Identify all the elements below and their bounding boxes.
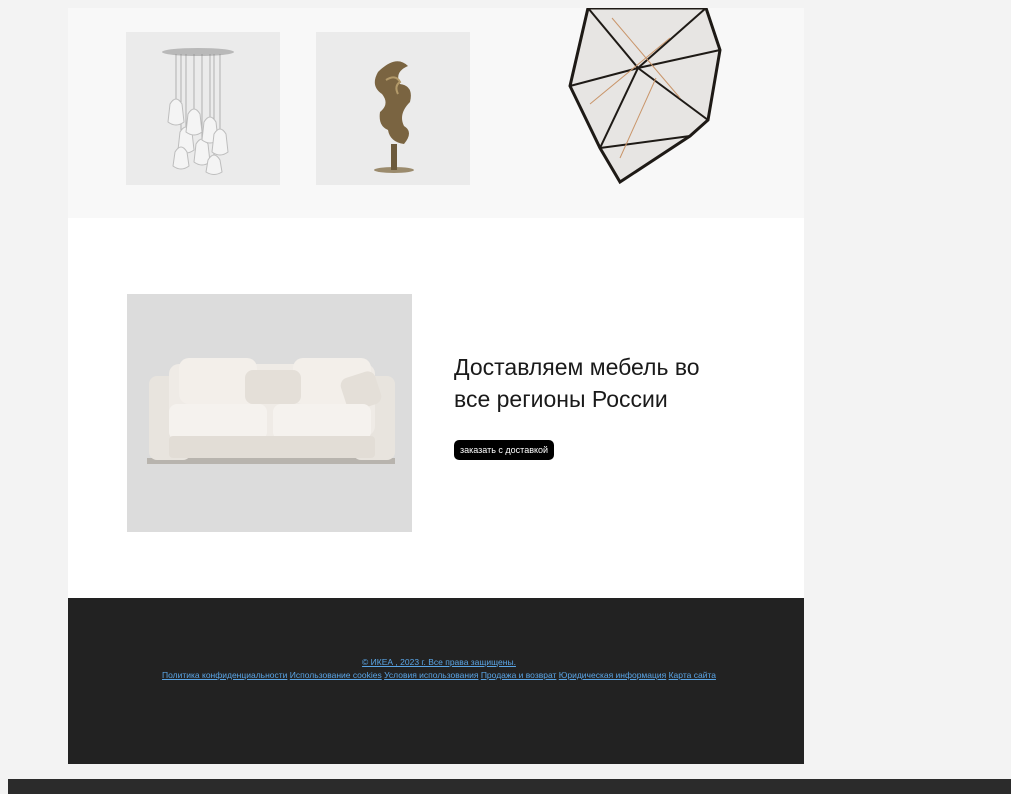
- site-footer: © ИКЕА , 2023 г. Все права защищены. Пол…: [68, 598, 804, 764]
- chandelier-image[interactable]: [126, 32, 280, 185]
- footer-link-privacy[interactable]: Политика конфиденциальности: [162, 670, 287, 680]
- order-with-delivery-button[interactable]: заказать с доставкой: [454, 440, 555, 460]
- delivery-section: Доставляем мебель во все регионы России …: [68, 218, 804, 596]
- footer-link-legal[interactable]: Юридическая информация: [559, 670, 666, 680]
- products-band: [68, 8, 804, 218]
- footer-text: © ИКЕА , 2023 г. Все права защищены. Пол…: [86, 656, 792, 682]
- sofa-image[interactable]: [127, 294, 412, 532]
- footer-link-sales-returns[interactable]: Продажа и возврат: [481, 670, 557, 680]
- copyright-link[interactable]: © ИКЕА , 2023 г. Все права защищены.: [362, 657, 516, 667]
- delivery-title-line-2: все регионы России: [454, 386, 668, 412]
- sculpture-image[interactable]: [316, 32, 470, 185]
- delivery-title-line-1: Доставляем мебель во: [454, 354, 700, 380]
- delivery-title: Доставляем мебель во все регионы России: [454, 351, 774, 415]
- footer-link-sitemap[interactable]: Карта сайта: [669, 670, 716, 680]
- pendant-lamp-image[interactable]: [560, 8, 732, 186]
- footer-link-terms[interactable]: Условия использования: [384, 670, 478, 680]
- footer-link-cookies[interactable]: Использование cookies: [290, 670, 382, 680]
- bottom-bar: [8, 779, 1011, 794]
